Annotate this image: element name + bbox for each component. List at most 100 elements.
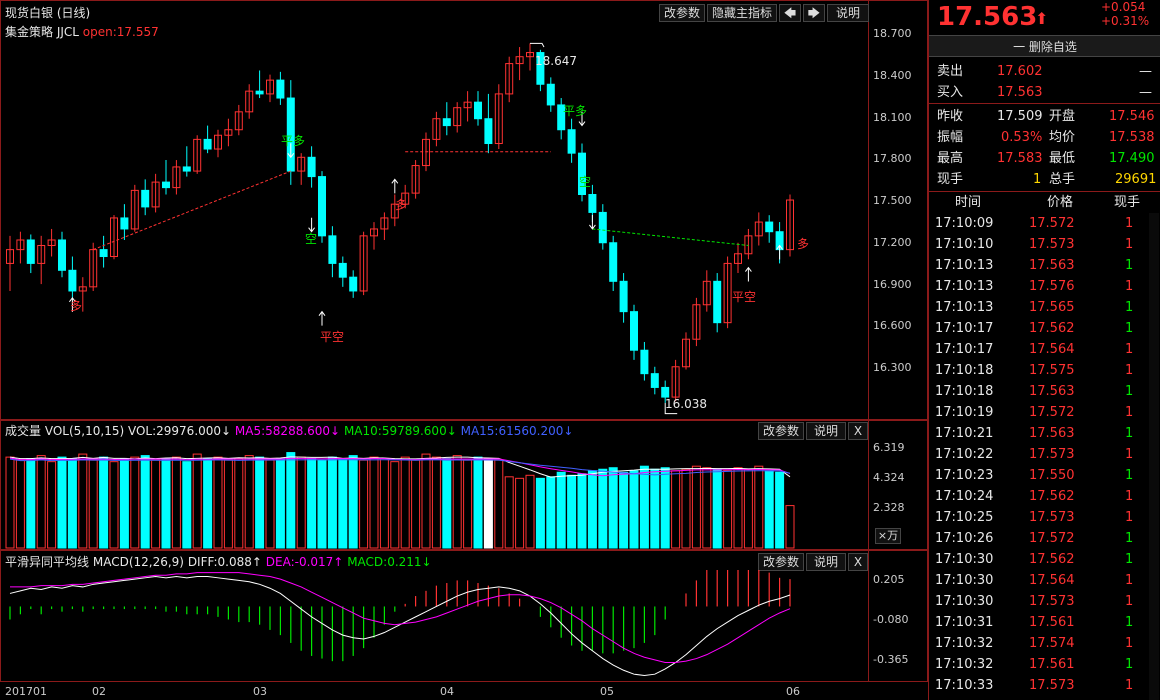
volume-bar bbox=[608, 467, 618, 549]
tick-time: 17:10:18 bbox=[935, 363, 994, 378]
candle-body bbox=[609, 242, 618, 282]
tick-price: 17.572 bbox=[1029, 216, 1075, 231]
volume-close-button[interactable]: X bbox=[848, 422, 868, 440]
volume-bar bbox=[47, 461, 57, 549]
volume-ma10: MA10:59789.600↓ bbox=[343, 424, 457, 438]
tick-time: 17:10:18 bbox=[935, 384, 994, 399]
candle-body bbox=[99, 249, 108, 258]
tick-price: 17.574 bbox=[1029, 636, 1075, 651]
volume-bar bbox=[348, 455, 358, 549]
tick-price: 17.572 bbox=[1029, 405, 1075, 420]
sell-label: 卖出 bbox=[937, 64, 964, 79]
volume-bar bbox=[192, 453, 202, 549]
sell-price: 17.602 bbox=[997, 64, 1043, 79]
volume-bar bbox=[317, 459, 327, 549]
macd-params-button[interactable]: 改参数 bbox=[758, 553, 804, 571]
tick-time: 17:10:10 bbox=[935, 237, 994, 252]
amplitude-label: 振幅 bbox=[937, 130, 964, 145]
x-tick: 03 bbox=[253, 685, 267, 698]
prev-close-value: 17.509 bbox=[997, 109, 1043, 124]
volume-bar bbox=[567, 474, 577, 549]
x-tick: 04 bbox=[440, 685, 454, 698]
tick-price: 17.563 bbox=[1029, 384, 1075, 399]
tick-volume: 1 bbox=[1125, 594, 1134, 609]
candle-body bbox=[588, 194, 597, 213]
candle-body bbox=[182, 166, 191, 172]
tick-volume: 1 bbox=[1125, 342, 1134, 357]
volume-help-button[interactable]: 说明 bbox=[806, 422, 846, 440]
candle-body bbox=[661, 386, 670, 398]
volume-bar bbox=[203, 458, 213, 549]
volume-plot[interactable] bbox=[0, 440, 868, 550]
x-tick: 201701 bbox=[5, 685, 47, 698]
up-arrow-icon: ⬆ bbox=[1035, 9, 1049, 28]
vol-y-tick: 2.328 bbox=[873, 501, 905, 514]
tick-time: 17:10:13 bbox=[935, 258, 994, 273]
volume-bar bbox=[119, 458, 129, 549]
remove-watchlist-button[interactable]: 一 删除自选 bbox=[929, 35, 1160, 57]
volume-bar bbox=[473, 456, 483, 549]
volume-bar bbox=[234, 458, 244, 549]
tick-row: 17:10:09 17.572 1 bbox=[929, 213, 1160, 234]
y-tick: 18.100 bbox=[873, 111, 912, 124]
tick-list[interactable]: 17:10:09 17.572 1 17:10:10 17.573 1 17:10:13 17… bbox=[929, 213, 1160, 700]
tick-price: 17.576 bbox=[1029, 279, 1075, 294]
volume-bar bbox=[691, 465, 701, 549]
macd-help-button[interactable]: 说明 bbox=[806, 553, 846, 571]
tick-time: 17:10:30 bbox=[935, 552, 994, 567]
tick-price: 17.573 bbox=[1029, 447, 1075, 462]
kline-chart-area[interactable]: 现货白银 (日线) 集金策略 JJCL open:17.557 改参数 隐藏主指… bbox=[0, 0, 928, 700]
signal-up-arrow bbox=[745, 266, 752, 282]
candle-body bbox=[630, 311, 638, 351]
volume-bar bbox=[244, 455, 254, 549]
volume-bar bbox=[712, 468, 722, 549]
candle-body bbox=[598, 211, 607, 244]
volume-bar bbox=[36, 455, 46, 549]
volume-bar bbox=[359, 459, 369, 549]
tick-price: 17.561 bbox=[1029, 615, 1075, 630]
signal-down-arrow bbox=[589, 214, 596, 230]
candle-body bbox=[58, 239, 66, 271]
avg-price-value: 17.538 bbox=[1109, 130, 1155, 145]
volume-bar bbox=[743, 468, 753, 549]
tick-time: 17:10:34 bbox=[935, 696, 993, 700]
volume-bar bbox=[785, 505, 795, 549]
tick-price: 17.564 bbox=[1029, 573, 1075, 588]
macd-close-button[interactable]: X bbox=[848, 553, 868, 571]
tick-volume: 1 bbox=[1125, 636, 1134, 651]
tick-time: 17:10:25 bbox=[935, 510, 994, 525]
tick-scrollbar[interactable] bbox=[1149, 213, 1159, 700]
prev-close-label: 昨收 bbox=[937, 109, 964, 124]
signal-close-short: 平空 bbox=[320, 330, 345, 344]
tick-price: 17.575 bbox=[1029, 363, 1075, 378]
tick-time: 17:10:32 bbox=[935, 636, 994, 651]
price-change: +0.054 bbox=[1101, 0, 1146, 14]
tick-time: 17:10:13 bbox=[935, 279, 994, 294]
tick-volume: 1 bbox=[1125, 237, 1134, 252]
macd-y-tick: 0.205 bbox=[873, 573, 905, 586]
tick-time: 17:10:33 bbox=[935, 678, 994, 693]
volume-title: 成交量 bbox=[5, 424, 42, 438]
volume-bar bbox=[265, 459, 275, 549]
tick-volume: 1 bbox=[1125, 657, 1134, 672]
tick-volume: 1 bbox=[1125, 552, 1134, 567]
volume-ma15: MA15:61560.200↓ bbox=[460, 424, 574, 438]
volume-unit-button[interactable]: ×万 bbox=[875, 528, 901, 544]
candle-body bbox=[640, 349, 649, 375]
volume-bar bbox=[650, 468, 660, 549]
volume-bar bbox=[255, 456, 265, 549]
total-vol-label: 总手 bbox=[1049, 172, 1076, 187]
volume-bar bbox=[577, 473, 587, 549]
volume-bar bbox=[307, 458, 317, 549]
volume-params-button[interactable]: 改参数 bbox=[758, 422, 804, 440]
tick-volume: 1 bbox=[1125, 258, 1134, 273]
y-tick: 18.700 bbox=[873, 27, 912, 40]
tick-price: 17.573 bbox=[1029, 237, 1075, 252]
tick-price: 17.561 bbox=[1029, 657, 1075, 672]
volume-bar bbox=[275, 458, 285, 549]
tick-price: 17.563 bbox=[1029, 258, 1075, 273]
macd-plot[interactable] bbox=[0, 570, 868, 682]
buy-label: 买入 bbox=[937, 85, 964, 100]
candlestick-plot[interactable] bbox=[0, 20, 868, 420]
tick-volume: 1 bbox=[1125, 321, 1134, 336]
